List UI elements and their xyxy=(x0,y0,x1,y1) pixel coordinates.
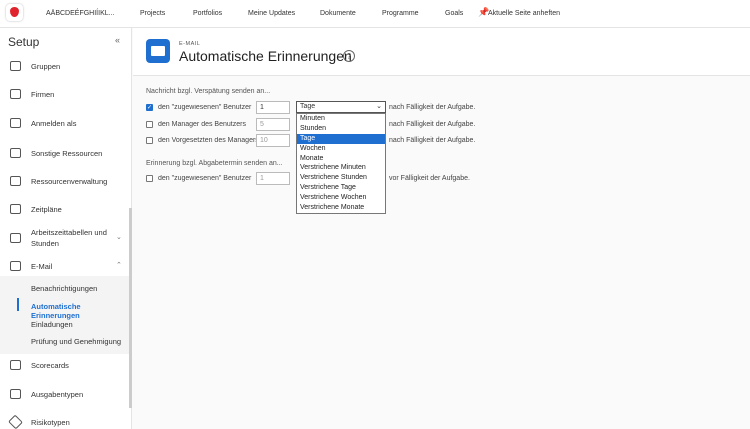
late-manager-label: den Manager des Benutzers xyxy=(158,121,246,128)
option-verstrichene-stunden[interactable]: Verstrichene Stunden xyxy=(297,173,385,183)
due-assignee-checkbox[interactable] xyxy=(146,175,153,182)
nav-projects[interactable]: Projects xyxy=(140,10,165,17)
pin-page-button[interactable]: Aktuelle Seite anheften xyxy=(488,10,560,17)
due-section-label: Erinnerung bzgl. Abgabetermin senden an.… xyxy=(146,160,283,167)
sidebar-title: Setup xyxy=(8,35,40,49)
submenu-automatische-erinnerungen[interactable]: Automatische Erinnerungen xyxy=(31,302,130,320)
building-icon xyxy=(10,89,21,99)
option-verstrichene-tage[interactable]: Verstrichene Tage xyxy=(297,183,385,193)
page-title: Automatische Erinnerungen xyxy=(179,48,352,64)
chevron-down-icon: ⌄ xyxy=(116,234,122,241)
collapse-sidebar-button[interactable]: « xyxy=(115,35,120,45)
mail-icon xyxy=(10,261,21,271)
logo-icon[interactable] xyxy=(6,4,23,21)
late-assignee-suffix: nach Fälligkeit der Aufgabe. xyxy=(389,104,476,111)
late-manager-suffix: nach Fälligkeit der Aufgabe. xyxy=(389,121,476,128)
top-nav: AÄBCDEÉFGHIÍIKL... Projects Portfolios M… xyxy=(0,0,750,28)
late-assignee-label: den "zugewiesenen" Benutzer xyxy=(158,104,252,111)
late-supervisor-checkbox[interactable] xyxy=(146,137,153,144)
nav-dokumente[interactable]: Dokumente xyxy=(320,10,356,17)
late-assignee-input[interactable]: 1 xyxy=(256,101,290,114)
account-name[interactable]: AÄBCDEÉFGHIÍIKL... xyxy=(46,10,114,17)
risk-icon xyxy=(8,414,23,429)
time-unit-select[interactable]: Tage ⌄ xyxy=(296,101,386,113)
timesheet-icon xyxy=(10,233,21,243)
chevron-down-icon: ⌄ xyxy=(376,103,382,110)
late-section-label: Nachricht bzgl. Verspätung senden an... xyxy=(146,88,271,95)
login-icon xyxy=(10,118,21,128)
sidebar-scrollbar[interactable] xyxy=(129,208,132,408)
submenu-benachrichtigungen[interactable]: Benachrichtigungen xyxy=(31,284,97,293)
time-unit-dropdown: Minuten Stunden Tage Wochen Monate Verst… xyxy=(296,113,386,214)
active-indicator xyxy=(17,298,19,311)
due-assignee-input[interactable]: 1 xyxy=(256,172,290,185)
resource-management-icon xyxy=(10,176,21,186)
submenu-einladungen[interactable]: Einladungen xyxy=(31,320,73,329)
expense-icon xyxy=(10,389,21,399)
option-stunden[interactable]: Stunden xyxy=(297,124,385,134)
late-assignee-checkbox[interactable] xyxy=(146,104,153,111)
option-wochen[interactable]: Wochen xyxy=(297,144,385,154)
chevron-up-icon: ⌃ xyxy=(116,262,122,269)
due-assignee-label: den "zugewiesenen" Benutzer xyxy=(158,175,252,182)
help-icon[interactable]: ? xyxy=(343,50,355,62)
nav-programme[interactable]: Programme xyxy=(382,10,419,17)
nav-portfolios[interactable]: Portfolios xyxy=(193,10,222,17)
submenu-pruefung-genehmigung[interactable]: Prüfung und Genehmigung xyxy=(31,337,121,346)
scorecard-icon xyxy=(10,360,21,370)
email-submenu: Benachrichtigungen Automatische Erinneru… xyxy=(0,276,130,354)
sidebar: Setup « Gruppen Firmen Anmelden als Sons… xyxy=(0,28,132,429)
late-manager-checkbox[interactable] xyxy=(146,121,153,128)
nav-goals[interactable]: Goals xyxy=(445,10,463,17)
option-verstrichene-wochen[interactable]: Verstrichene Wochen xyxy=(297,193,385,203)
select-value: Tage xyxy=(300,103,316,110)
late-supervisor-input[interactable]: 10 xyxy=(256,134,290,147)
calendar-icon xyxy=(10,204,21,214)
late-supervisor-label: den Vorgesetzten des Managers xyxy=(158,137,256,144)
late-supervisor-suffix: nach Fälligkeit der Aufgabe. xyxy=(389,137,476,144)
due-assignee-suffix: vor Fälligkeit der Aufgabe. xyxy=(389,175,470,182)
nav-meine-updates[interactable]: Meine Updates xyxy=(248,10,295,17)
mail-icon xyxy=(146,39,170,63)
option-monate[interactable]: Monate xyxy=(297,154,385,164)
option-minuten[interactable]: Minuten xyxy=(297,114,385,124)
option-verstrichene-monate[interactable]: Verstrichene Monate xyxy=(297,203,385,213)
page-kicker: E-MAIL xyxy=(179,41,201,47)
late-manager-input[interactable]: 5 xyxy=(256,118,290,131)
page-header: E-MAIL Automatische Erinnerungen ? xyxy=(133,28,750,76)
groups-icon xyxy=(10,61,21,71)
option-tage[interactable]: Tage xyxy=(297,133,385,144)
option-verstrichene-minuten[interactable]: Verstrichene Minuten xyxy=(297,163,385,173)
resources-icon xyxy=(10,148,21,158)
